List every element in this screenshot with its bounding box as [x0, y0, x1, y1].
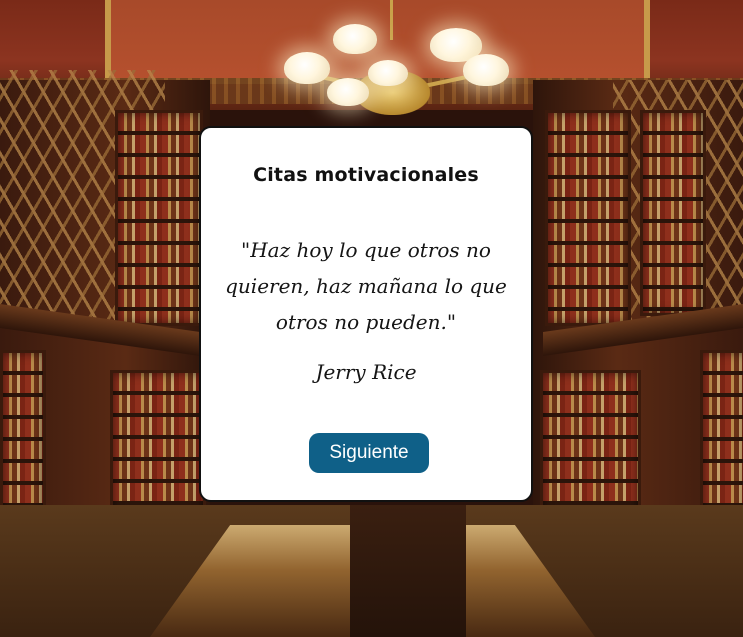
bookshelf — [640, 110, 706, 316]
bookshelf — [545, 110, 631, 326]
display-case-center — [350, 505, 466, 637]
bookshelf — [115, 110, 203, 326]
chandelier-globe — [463, 54, 509, 86]
chandelier-globe — [368, 60, 408, 86]
quote-author: Jerry Rice — [315, 360, 417, 384]
chandelier-globe — [284, 52, 330, 84]
next-quote-button[interactable]: Siguiente — [309, 433, 429, 473]
chandelier-chain — [390, 0, 393, 40]
quote-text: "Haz hoy lo que otros no quieren, haz ma… — [225, 238, 507, 334]
card-title: Citas motivacionales — [253, 164, 479, 186]
quote-card: Citas motivacionales "Haz hoy lo que otr… — [199, 126, 533, 502]
chandelier-globe — [327, 78, 369, 106]
chandelier-globe — [333, 24, 377, 54]
